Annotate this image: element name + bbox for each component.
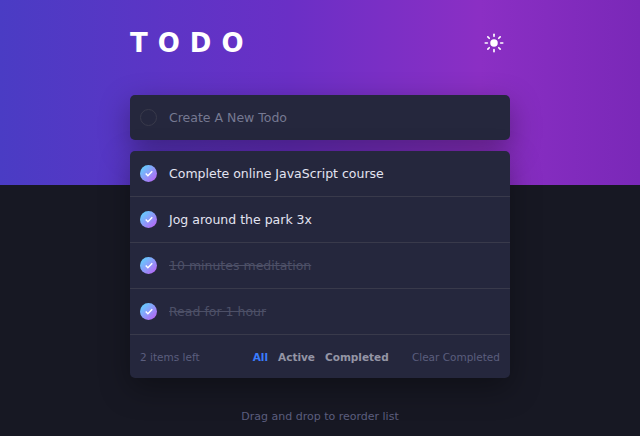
todo-checkbox[interactable] (140, 303, 157, 320)
todo-column: TODO Create A New Todo Complete online J… (130, 0, 510, 423)
check-icon (145, 216, 153, 223)
header: TODO (130, 28, 510, 58)
todo-item[interactable]: 10 minutes meditation (130, 243, 510, 289)
todo-text: Jog around the park 3x (169, 212, 312, 227)
todo-text: Complete online JavaScript course (169, 166, 384, 181)
filter-button[interactable]: Active (278, 351, 315, 363)
filter-group: All Active Completed (253, 351, 389, 363)
new-todo-placeholder[interactable]: Create A New Todo (169, 110, 287, 125)
check-icon (145, 262, 153, 269)
todo-page: TODO Create A New Todo Complete online J… (0, 0, 640, 436)
reorder-hint: Drag and drop to reorder list (130, 410, 510, 423)
filter-button[interactable]: Completed (325, 351, 389, 363)
check-icon (145, 170, 153, 177)
todo-checkbox[interactable] (140, 165, 157, 182)
todo-text: Read for 1 hour (169, 304, 266, 319)
check-icon (145, 308, 153, 315)
todo-checkbox[interactable] (140, 257, 157, 274)
todo-checkbox[interactable] (140, 211, 157, 228)
clear-completed-button[interactable]: Clear Completed (412, 351, 500, 363)
sun-icon[interactable] (484, 33, 504, 53)
new-todo-checkbox[interactable] (140, 109, 157, 126)
todo-item[interactable]: Jog around the park 3x (130, 197, 510, 243)
todo-list: Complete online JavaScript course Jog ar… (130, 151, 510, 378)
todo-item[interactable]: Complete online JavaScript course (130, 151, 510, 197)
todo-item[interactable]: Read for 1 hour (130, 289, 510, 335)
new-todo-field[interactable]: Create A New Todo (130, 95, 510, 140)
list-footer: 2 items left All Active Completed Clear Co… (130, 335, 510, 378)
todo-text: 10 minutes meditation (169, 258, 311, 273)
items-left: 2 items left (140, 351, 200, 363)
app-title: TODO (130, 28, 254, 58)
filter-button[interactable]: All (253, 351, 268, 363)
